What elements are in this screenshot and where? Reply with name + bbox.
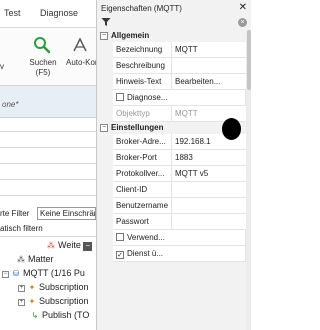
property-label: Beschreibung bbox=[113, 58, 172, 74]
filter-icon[interactable] bbox=[101, 17, 111, 27]
mqtt-icon: ⛁ bbox=[12, 269, 20, 278]
service-checkbox-row[interactable]: ✓ Dienst ü... bbox=[113, 246, 246, 262]
main-window-area: Test Diagnose v Suchen (F5) Auto-Kor one… bbox=[0, 0, 96, 330]
search-button[interactable]: Suchen (F5) bbox=[26, 34, 58, 82]
property-row-diagnose[interactable]: Diagnose... bbox=[97, 90, 246, 106]
search-icon bbox=[34, 37, 51, 54]
plugin-icon: ⁂ bbox=[47, 241, 55, 250]
property-value[interactable] bbox=[172, 214, 246, 230]
diagnose-checkbox-row[interactable]: Diagnose... bbox=[113, 90, 246, 106]
collapse-toggle[interactable]: − bbox=[2, 271, 9, 278]
category-label: Allgemein bbox=[111, 31, 150, 40]
subscription-icon: ✦ bbox=[28, 297, 36, 306]
search-shortcut-label: (F5) bbox=[35, 68, 51, 77]
clear-filter-icon[interactable]: × bbox=[238, 18, 247, 27]
diagnose-checkbox[interactable] bbox=[116, 93, 124, 101]
property-label: Broker-Port bbox=[113, 150, 172, 166]
subscription-icon: ✦ bbox=[28, 283, 36, 292]
property-row-client-id[interactable]: Client-ID bbox=[97, 182, 246, 198]
tree-item[interactable]: ⁂ Matter bbox=[16, 254, 54, 268]
property-row-username[interactable]: Benutzername bbox=[97, 198, 246, 214]
connect-icon bbox=[73, 37, 87, 52]
expand-toggle[interactable]: + bbox=[18, 299, 25, 306]
property-label: Hinweis-Text bbox=[113, 74, 172, 90]
close-icon[interactable]: ✕ bbox=[239, 2, 247, 13]
tab-diagnose[interactable]: Diagnose bbox=[40, 8, 78, 18]
use-checkbox-row[interactable]: Verwend... bbox=[113, 230, 246, 246]
property-value[interactable] bbox=[172, 198, 246, 214]
scrollbar-thumb[interactable] bbox=[247, 30, 251, 90]
property-grid: − Allgemein Bezeichnung MQTT Beschreibun… bbox=[97, 30, 246, 262]
property-row-service[interactable]: ✓ Dienst ü... bbox=[97, 246, 246, 262]
properties-toolbar: × bbox=[97, 15, 251, 30]
filter-label: rte Filter bbox=[0, 209, 30, 218]
divider bbox=[0, 236, 96, 237]
use-checkbox[interactable] bbox=[116, 233, 124, 241]
panel-scrollbar[interactable] bbox=[246, 30, 251, 330]
tree-item[interactable]: + ✦ Subscription bbox=[18, 296, 89, 310]
property-row-name[interactable]: Bezeichnung MQTT bbox=[97, 42, 246, 58]
tree-item[interactable]: + ✦ Subscription bbox=[18, 282, 89, 296]
collapse-icon[interactable]: − bbox=[83, 242, 93, 251]
ribbon-tab-bar: Test Diagnose bbox=[0, 0, 96, 28]
collapse-icon[interactable]: − bbox=[100, 32, 108, 40]
property-value[interactable] bbox=[172, 182, 246, 198]
tab-test[interactable]: Test bbox=[4, 8, 21, 18]
property-label: Broker-Adre... bbox=[113, 134, 172, 150]
property-label: Client-ID bbox=[113, 182, 172, 198]
property-value[interactable] bbox=[172, 58, 246, 74]
panel-title: Eigenschaften (MQTT) bbox=[101, 4, 182, 13]
divider bbox=[0, 195, 96, 196]
tree-item[interactable]: ↳ Publish (TO bbox=[30, 310, 90, 324]
divider bbox=[0, 131, 96, 132]
property-label: Objekttyp bbox=[113, 106, 172, 122]
property-value[interactable]: 1883 bbox=[172, 150, 246, 166]
publish-icon: ↳ bbox=[31, 311, 39, 320]
divider bbox=[0, 163, 96, 164]
matter-icon: ⁂ bbox=[17, 255, 25, 264]
service-checkbox[interactable]: ✓ bbox=[116, 251, 124, 259]
static-filter-label: atisch filtern bbox=[0, 224, 43, 233]
autoconnect-button[interactable]: Auto-Kor bbox=[62, 34, 96, 82]
search-button-label: Suchen bbox=[29, 58, 57, 67]
tree-item[interactable]: ⁂ Weite − bbox=[46, 240, 93, 254]
redaction-mark bbox=[222, 118, 241, 140]
ribbon-left-fragment: v bbox=[0, 62, 4, 71]
property-row-use[interactable]: Verwend... bbox=[97, 230, 246, 246]
property-label: Benutzername bbox=[113, 198, 172, 214]
autoconnect-label: Auto-Kor bbox=[66, 58, 96, 67]
property-row-hint[interactable]: Hinweis-Text Bearbeiten... bbox=[97, 74, 246, 90]
property-label: Bezeichnung bbox=[113, 42, 172, 58]
property-row-objecttype: Objekttyp MQTT bbox=[97, 106, 246, 122]
document-tab-title[interactable]: one* bbox=[2, 100, 18, 109]
property-row-password[interactable]: Passwort bbox=[97, 214, 246, 230]
property-label: Diagnose... bbox=[127, 93, 168, 102]
filter-bar: rte Filter Keine Einschrän bbox=[0, 207, 96, 221]
property-value[interactable]: MQTT bbox=[172, 42, 246, 58]
property-label: Verwend... bbox=[127, 233, 165, 242]
property-row-description[interactable]: Beschreibung bbox=[97, 58, 246, 74]
property-label: Protokollver... bbox=[113, 166, 172, 182]
document-tab-bar: one* bbox=[0, 86, 96, 118]
property-label: Passwort bbox=[113, 214, 172, 230]
filter-select[interactable]: Keine Einschrän bbox=[37, 207, 96, 220]
ribbon-body: v Suchen (F5) Auto-Kor bbox=[0, 28, 96, 86]
divider bbox=[0, 179, 96, 180]
property-value[interactable]: Bearbeiten... bbox=[172, 74, 246, 90]
collapse-icon[interactable]: − bbox=[100, 124, 108, 132]
category-label: Einstellungen bbox=[111, 123, 164, 132]
property-row-protocol[interactable]: Protokollver... MQTT v5 bbox=[97, 166, 246, 182]
divider bbox=[0, 147, 96, 148]
property-row-broker-port[interactable]: Broker-Port 1883 bbox=[97, 150, 246, 166]
property-value[interactable]: MQTT v5 bbox=[172, 166, 246, 182]
property-label: Dienst ü... bbox=[127, 249, 164, 258]
expand-toggle[interactable]: + bbox=[18, 285, 25, 292]
tree-item[interactable]: − ⛁ MQTT (1/16 Pu bbox=[2, 268, 85, 282]
category-general[interactable]: − Allgemein bbox=[97, 30, 246, 42]
properties-panel: Eigenschaften (MQTT) ✕ × − Allgemein Bez… bbox=[96, 0, 251, 330]
